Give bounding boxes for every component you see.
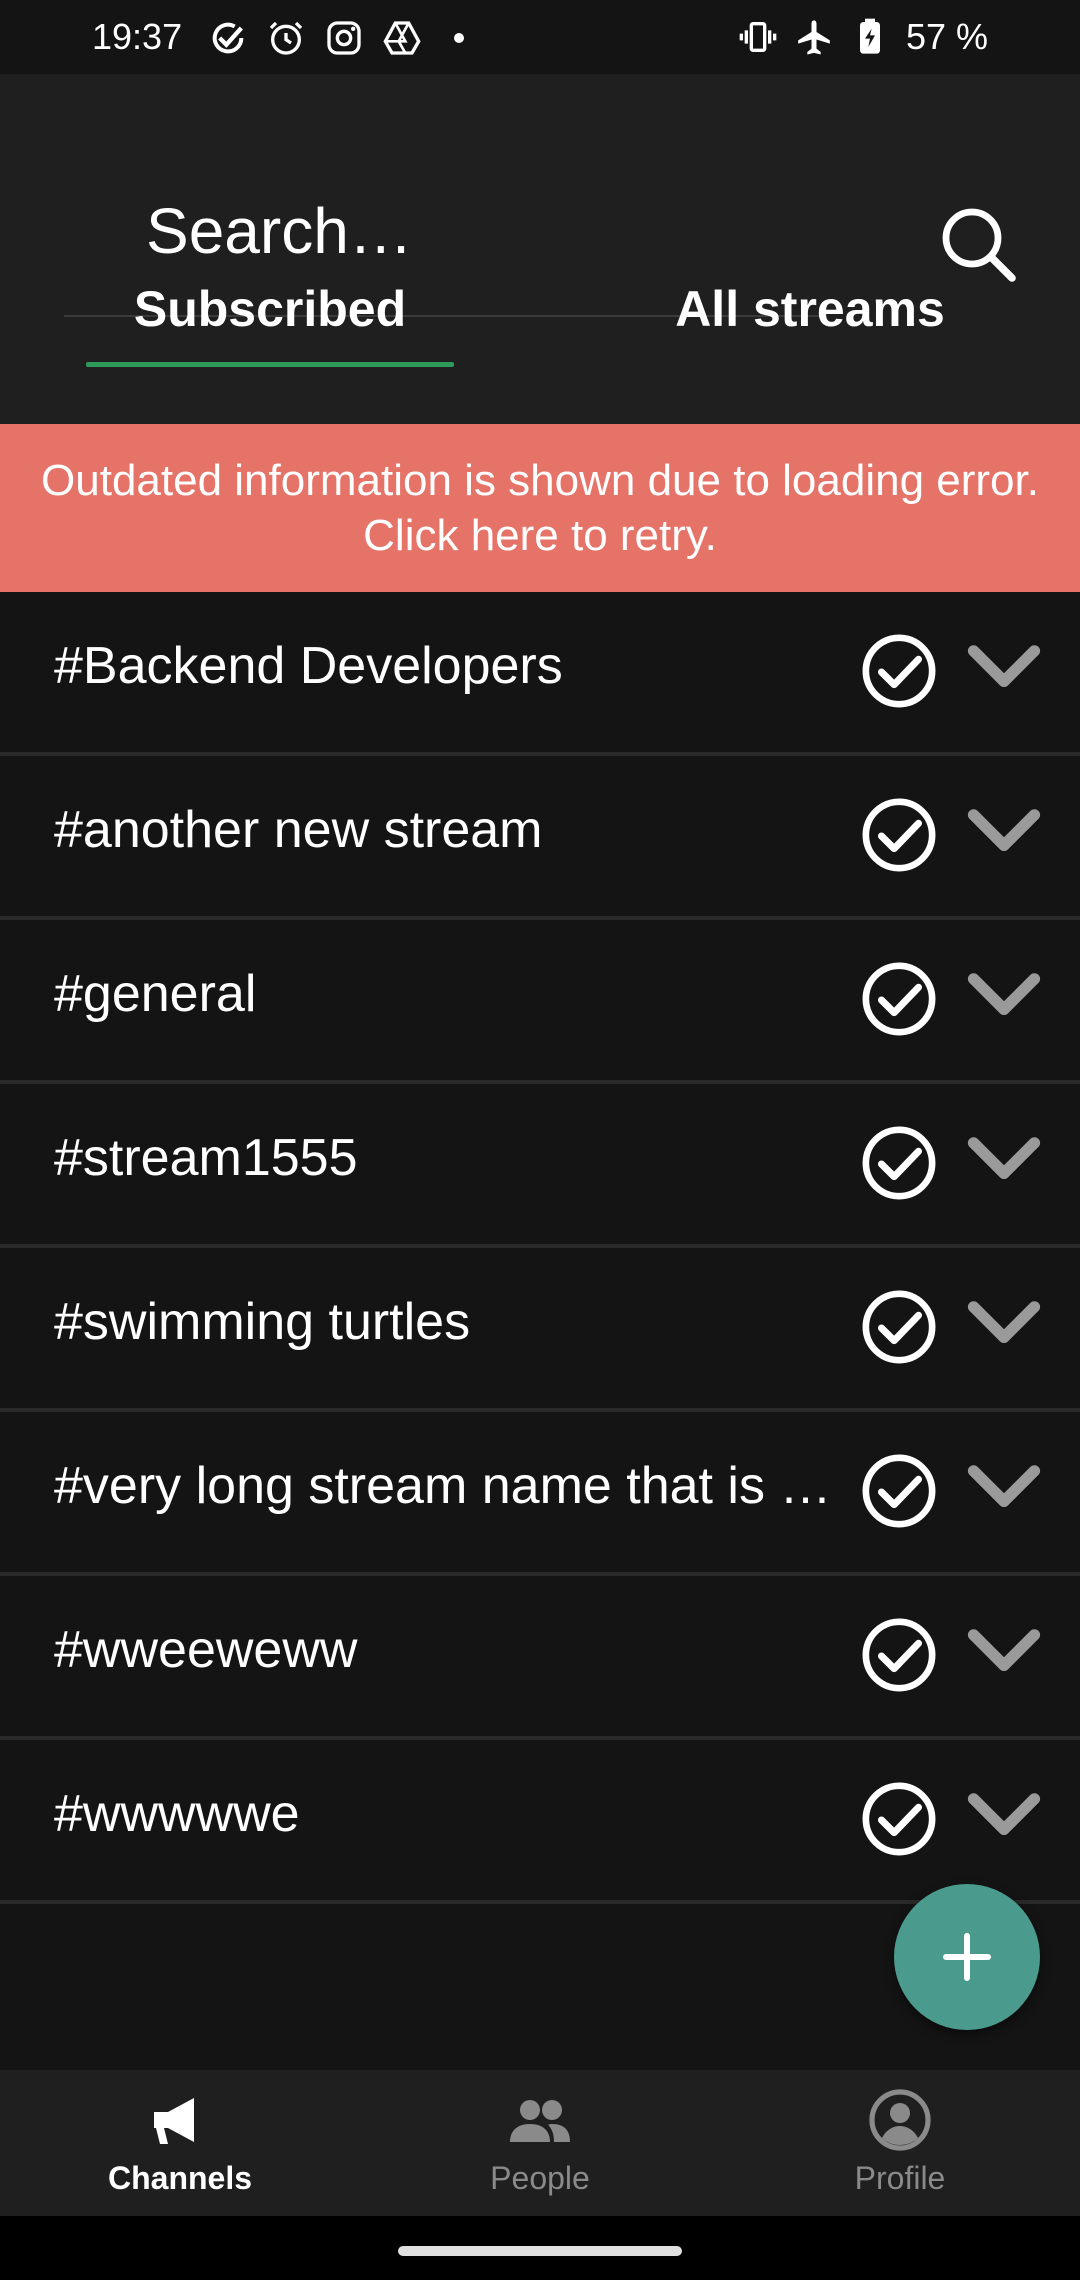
list-item[interactable]: #wwwwwe: [0, 1740, 1080, 1904]
stream-name: #another new stream: [54, 801, 543, 859]
list-item[interactable]: #wweeweww: [0, 1576, 1080, 1740]
chevron-down-icon[interactable]: [966, 1294, 1042, 1354]
chevron-down-icon[interactable]: [966, 1786, 1042, 1846]
status-icons-right: 57 %: [738, 16, 988, 58]
nav-item-profile[interactable]: Profile: [720, 2070, 1080, 2216]
check-circle-icon[interactable]: [860, 1452, 938, 1530]
tab-indicator: [86, 362, 454, 367]
instagram-icon: [327, 21, 361, 55]
people-icon: [510, 2100, 570, 2142]
airplane-icon: [798, 20, 830, 55]
error-banner-text: Outdated information is shown due to loa…: [41, 456, 1039, 560]
nav-label-profile: Profile: [854, 2160, 946, 2196]
battery-charging-icon: [859, 18, 880, 54]
list-item[interactable]: #another new stream: [0, 756, 1080, 920]
search-placeholder: Search…: [146, 195, 413, 267]
list-item[interactable]: #general: [0, 920, 1080, 1084]
check-circle-icon: [212, 22, 244, 54]
check-circle-icon[interactable]: [860, 960, 938, 1038]
list-item[interactable]: #swimming turtles: [0, 1248, 1080, 1412]
list-item[interactable]: #very long stream name that is t…: [0, 1412, 1080, 1576]
vibrate-icon: [739, 22, 777, 52]
stream-name: #general: [54, 965, 257, 1023]
stream-list: #Backend Developers #another new stream …: [0, 592, 1080, 1904]
plus-icon: [943, 1933, 991, 1981]
megaphone-icon: [154, 2098, 194, 2144]
check-circle-icon[interactable]: [860, 1780, 938, 1858]
drive-icon: [383, 21, 421, 55]
stream-name: #very long stream name that is t…: [54, 1457, 844, 1515]
status-icons-left: [208, 18, 464, 58]
list-item[interactable]: #Backend Developers: [0, 592, 1080, 756]
stream-name: #Backend Developers: [54, 637, 563, 695]
stream-name: #wweeweww: [54, 1621, 358, 1679]
system-gesture-area: [0, 2216, 1080, 2280]
nav-label-people: People: [490, 2160, 590, 2196]
error-banner[interactable]: Outdated information is shown due to loa…: [0, 424, 1080, 592]
check-circle-icon[interactable]: [860, 1616, 938, 1694]
bottom-navigation: Channels People Profile: [0, 2070, 1080, 2216]
stream-name: #wwwwwe: [54, 1785, 300, 1843]
list-item[interactable]: #stream1555: [0, 1084, 1080, 1248]
stream-name: #stream1555: [54, 1129, 358, 1187]
check-circle-icon[interactable]: [860, 796, 938, 874]
chevron-down-icon[interactable]: [966, 1622, 1042, 1682]
check-circle-icon[interactable]: [860, 1288, 938, 1366]
tab-all-streams[interactable]: All streams: [540, 280, 1080, 370]
chevron-down-icon[interactable]: [966, 638, 1042, 698]
stream-name: #swimming turtles: [54, 1293, 471, 1351]
status-bar: 19:37 57 %: [0, 0, 1080, 74]
nav-label-channels: Channels: [107, 2160, 253, 2196]
top-app-bar: Search… Subscribed All streams: [0, 74, 1080, 424]
add-stream-button[interactable]: [894, 1884, 1040, 2030]
profile-icon: [869, 2089, 931, 2151]
chevron-down-icon[interactable]: [966, 802, 1042, 862]
alarm-icon: [269, 21, 303, 55]
search-icon[interactable]: [938, 204, 1018, 284]
chevron-down-icon[interactable]: [966, 1458, 1042, 1518]
status-time: 19:37: [92, 16, 183, 57]
nav-item-channels[interactable]: Channels: [0, 2070, 360, 2216]
chevron-down-icon[interactable]: [966, 966, 1042, 1026]
check-circle-icon[interactable]: [860, 1124, 938, 1202]
home-gesture-bar[interactable]: [398, 2246, 682, 2256]
check-circle-icon[interactable]: [860, 632, 938, 710]
notification-dot-icon: [454, 33, 464, 43]
nav-item-people[interactable]: People: [360, 2070, 720, 2216]
battery-percent: 57 %: [905, 16, 988, 57]
tab-subscribed[interactable]: Subscribed: [0, 280, 540, 370]
chevron-down-icon[interactable]: [966, 1130, 1042, 1190]
